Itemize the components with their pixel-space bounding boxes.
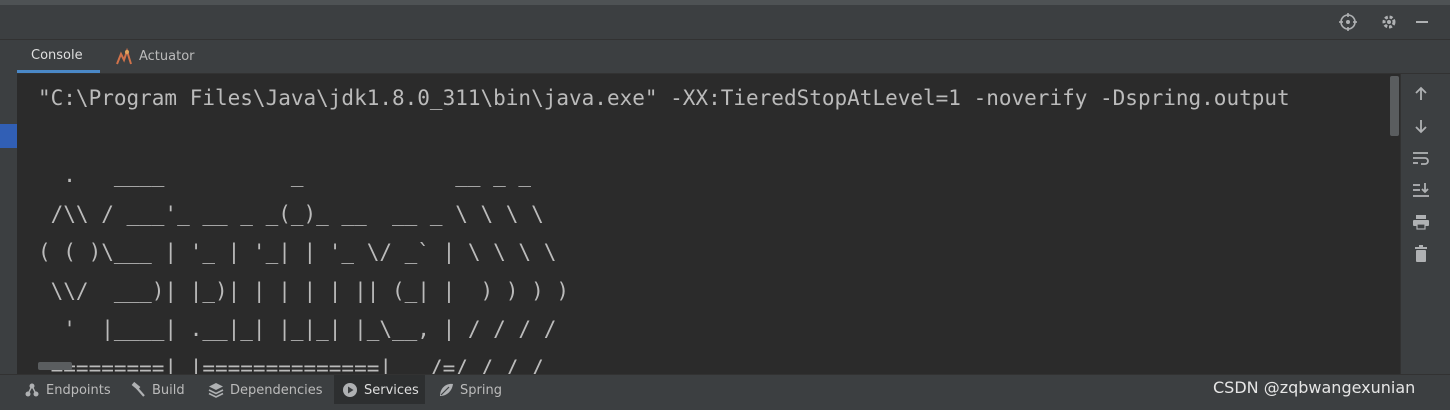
bottom-tab-spring[interactable]: Spring [430, 375, 510, 405]
bottom-tab-dependencies[interactable]: Dependencies [200, 375, 331, 405]
console-line: ' |____| .__|_| |_|_| |_\__, | / / / / [38, 317, 557, 341]
tool-window-header [0, 5, 1450, 40]
bottom-tab-label: Services [364, 382, 419, 398]
actuator-icon [115, 47, 133, 66]
console-line: ( ( )\___ | '_ | '_| | '_ \/ _` | \ \ \ … [38, 240, 557, 264]
csdn-watermark: CSDN @zqbwangexunian [1213, 378, 1416, 397]
arrow-down-icon[interactable] [1409, 114, 1433, 138]
console-tabs: Console Actuator [17, 40, 1450, 74]
status-bar [0, 404, 1450, 410]
trash-icon[interactable] [1409, 242, 1433, 266]
scroll-to-end-icon[interactable] [1409, 178, 1433, 202]
left-gutter [0, 40, 17, 374]
console-text: "C:\Program Files\Java\jdk1.8.0_311\bin\… [38, 79, 1290, 374]
bottom-tab-label: Dependencies [230, 382, 323, 398]
endpoints-icon [24, 382, 40, 398]
spring-icon [438, 382, 454, 398]
vertical-scrollbar[interactable] [1390, 74, 1400, 374]
horizontal-scrollbar-thumb[interactable] [38, 362, 72, 370]
bottom-tab-services[interactable]: Services [334, 375, 425, 405]
console-line: \\/ ___)| |_)| | | | | || (_| | ) ) ) ) [38, 278, 570, 303]
console-line: =========|_|==============|___/=/_/_/_/ [38, 355, 544, 375]
vertical-scrollbar-thumb[interactable] [1390, 76, 1399, 136]
ide-tool-window: Console Actuator "C:\Program Files\Java\… [0, 0, 1450, 410]
bottom-tab-endpoints[interactable]: Endpoints [16, 375, 119, 405]
hammer-icon [130, 382, 146, 398]
dependencies-icon [208, 382, 224, 398]
bottom-tab-label: Endpoints [46, 382, 111, 398]
gutter-selection [0, 124, 17, 148]
soft-wrap-icon[interactable] [1409, 146, 1433, 170]
bottom-tab-build[interactable]: Build [122, 375, 193, 405]
console-line: /\\ / ___'_ __ _ _(_)_ __ __ _ \ \ \ \ [38, 201, 544, 226]
console-output[interactable]: "C:\Program Files\Java\jdk1.8.0_311\bin\… [17, 74, 1400, 374]
minimize-icon[interactable] [1411, 11, 1433, 33]
tab-actuator-label: Actuator [139, 49, 195, 64]
crosshair-icon[interactable] [1337, 11, 1359, 33]
console-line: . ____ _ __ _ _ [38, 163, 532, 187]
services-icon [342, 382, 358, 398]
tab-console[interactable]: Console [17, 40, 100, 73]
bottom-tab-label: Spring [460, 382, 502, 398]
tab-actuator[interactable]: Actuator [101, 40, 209, 73]
bottom-tab-label: Build [152, 382, 185, 398]
console-line: "C:\Program Files\Java\jdk1.8.0_311\bin\… [38, 86, 1290, 110]
print-icon[interactable] [1409, 210, 1433, 234]
arrow-up-icon[interactable] [1409, 82, 1433, 106]
tab-console-label: Console [31, 47, 83, 63]
console-toolbar [1400, 74, 1450, 374]
gear-icon[interactable] [1378, 11, 1400, 33]
